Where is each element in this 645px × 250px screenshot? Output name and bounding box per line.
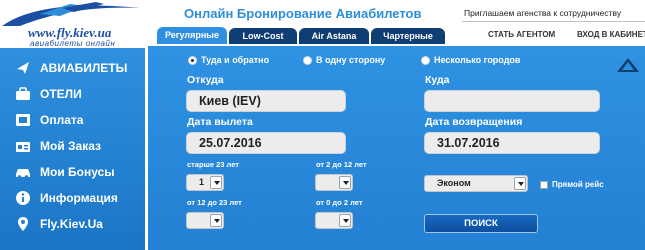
sidebar-item-label: Fly.Kiev.Ua xyxy=(40,217,103,231)
radio-label: В одну сторону xyxy=(316,55,386,65)
sidebar-item-label: АВИАБИЛЕТЫ xyxy=(40,61,128,75)
sidebar-item-payment[interactable]: Оплата xyxy=(0,108,145,132)
infants-select[interactable] xyxy=(315,212,353,229)
depart-date-input[interactable]: 25.07.2016 xyxy=(186,132,346,154)
return-date-input[interactable]: 31.07.2016 xyxy=(424,132,600,154)
delta-partner-logo xyxy=(617,58,639,76)
class-select[interactable]: Эконом xyxy=(424,175,528,192)
suitcase-icon xyxy=(15,86,31,102)
adults-select[interactable]: 1 xyxy=(186,174,224,191)
chevron-down-icon[interactable] xyxy=(339,214,351,227)
chevron-down-icon[interactable] xyxy=(339,176,351,189)
children-select[interactable] xyxy=(315,174,353,191)
class-value: Эконом xyxy=(437,178,471,188)
return-date-label: Дата возвращения xyxy=(425,116,523,128)
children-label: от 2 до 12 лет xyxy=(316,160,367,169)
radio-multi-city[interactable]: Несколько городов xyxy=(421,55,520,65)
adults-value: 1 xyxy=(199,177,205,187)
from-label: Откуда xyxy=(187,74,224,86)
from-input[interactable]: Киев (IEV) xyxy=(186,90,346,112)
sidebar-item-label: ОТЕЛИ xyxy=(40,87,82,101)
radio-button[interactable] xyxy=(421,55,430,65)
sidebar-item-my-bonuses[interactable]: Мои Бонусы xyxy=(0,160,145,184)
search-button[interactable]: ПОИСК xyxy=(424,214,538,233)
airplane-icon xyxy=(15,60,31,76)
chevron-down-icon[interactable] xyxy=(210,214,222,227)
sidebar-item-my-order[interactable]: Мой Заказ xyxy=(0,134,145,158)
sidebar-item-label: Оплата xyxy=(40,113,84,127)
direct-flight-checkbox[interactable] xyxy=(540,180,548,189)
to-label: Куда xyxy=(425,74,450,86)
page-title: Онлайн Бронирование Авиабилетов xyxy=(184,6,422,21)
become-agent-link[interactable]: СТАТЬ АГЕНТОМ xyxy=(488,30,555,39)
cabinet-login-link[interactable]: ВХОД В КАБИНЕТ xyxy=(577,30,645,39)
radio-one-way[interactable]: В одну сторону xyxy=(303,55,385,65)
direct-flight-label: Прямой рейс xyxy=(552,180,604,189)
agency-invite-link[interactable]: Приглашаем агенства к сотрудничеству xyxy=(464,8,621,18)
sidebar-item-hotels[interactable]: ОТЕЛИ xyxy=(0,82,145,106)
tab-low-cost[interactable]: Low-Cost xyxy=(229,28,297,44)
logo-subtext: авиабилеты онлайн xyxy=(30,39,116,48)
sidebar-item-information[interactable]: Информация xyxy=(0,186,145,210)
radio-round-trip[interactable]: Туда и обратно xyxy=(188,55,269,65)
sidebar-item-fly-kiev[interactable]: Fly.Kiev.Ua xyxy=(0,212,145,236)
sidebar-item-flights[interactable]: АВИАБИЛЕТЫ xyxy=(0,56,145,80)
to-input[interactable] xyxy=(424,90,600,112)
direct-flight-option[interactable]: Прямой рейс xyxy=(540,180,604,189)
youth-label: от 12 до 23 лет xyxy=(187,198,242,207)
radio-label: Несколько городов xyxy=(434,55,521,65)
sidebar: АВИАБИЛЕТЫ ОТЕЛИ Оплата Мой Заказ Мои Бо… xyxy=(0,48,145,250)
radio-label: Туда и обратно xyxy=(201,55,270,65)
adults-label: старше 23 лет xyxy=(187,160,239,169)
sidebar-item-label: Информация xyxy=(40,191,118,205)
location-icon xyxy=(15,216,31,232)
info-icon xyxy=(15,190,31,206)
divider xyxy=(462,21,645,22)
order-icon xyxy=(15,138,31,154)
sidebar-item-label: Мои Бонусы xyxy=(40,165,115,179)
sidebar-item-label: Мой Заказ xyxy=(40,139,102,153)
delta-triangle-icon xyxy=(617,58,639,72)
payment-icon xyxy=(15,112,31,128)
chevron-down-icon[interactable] xyxy=(514,177,526,190)
tab-air-astana[interactable]: Air Astana xyxy=(299,28,369,44)
tab-charter[interactable]: Чартерные xyxy=(371,28,445,44)
depart-date-label: Дата вылета xyxy=(187,116,253,128)
radio-button[interactable] xyxy=(188,55,197,65)
site-logo[interactable]: www.fly.kiev.ua авиабилеты онлайн xyxy=(0,0,148,50)
radio-button[interactable] xyxy=(303,55,312,65)
youth-select[interactable] xyxy=(186,212,224,229)
infants-label: от 0 до 2 лет xyxy=(316,198,363,207)
tab-regular[interactable]: Регулярные xyxy=(157,27,227,44)
chevron-down-icon[interactable] xyxy=(210,176,222,189)
car-icon xyxy=(15,164,31,180)
